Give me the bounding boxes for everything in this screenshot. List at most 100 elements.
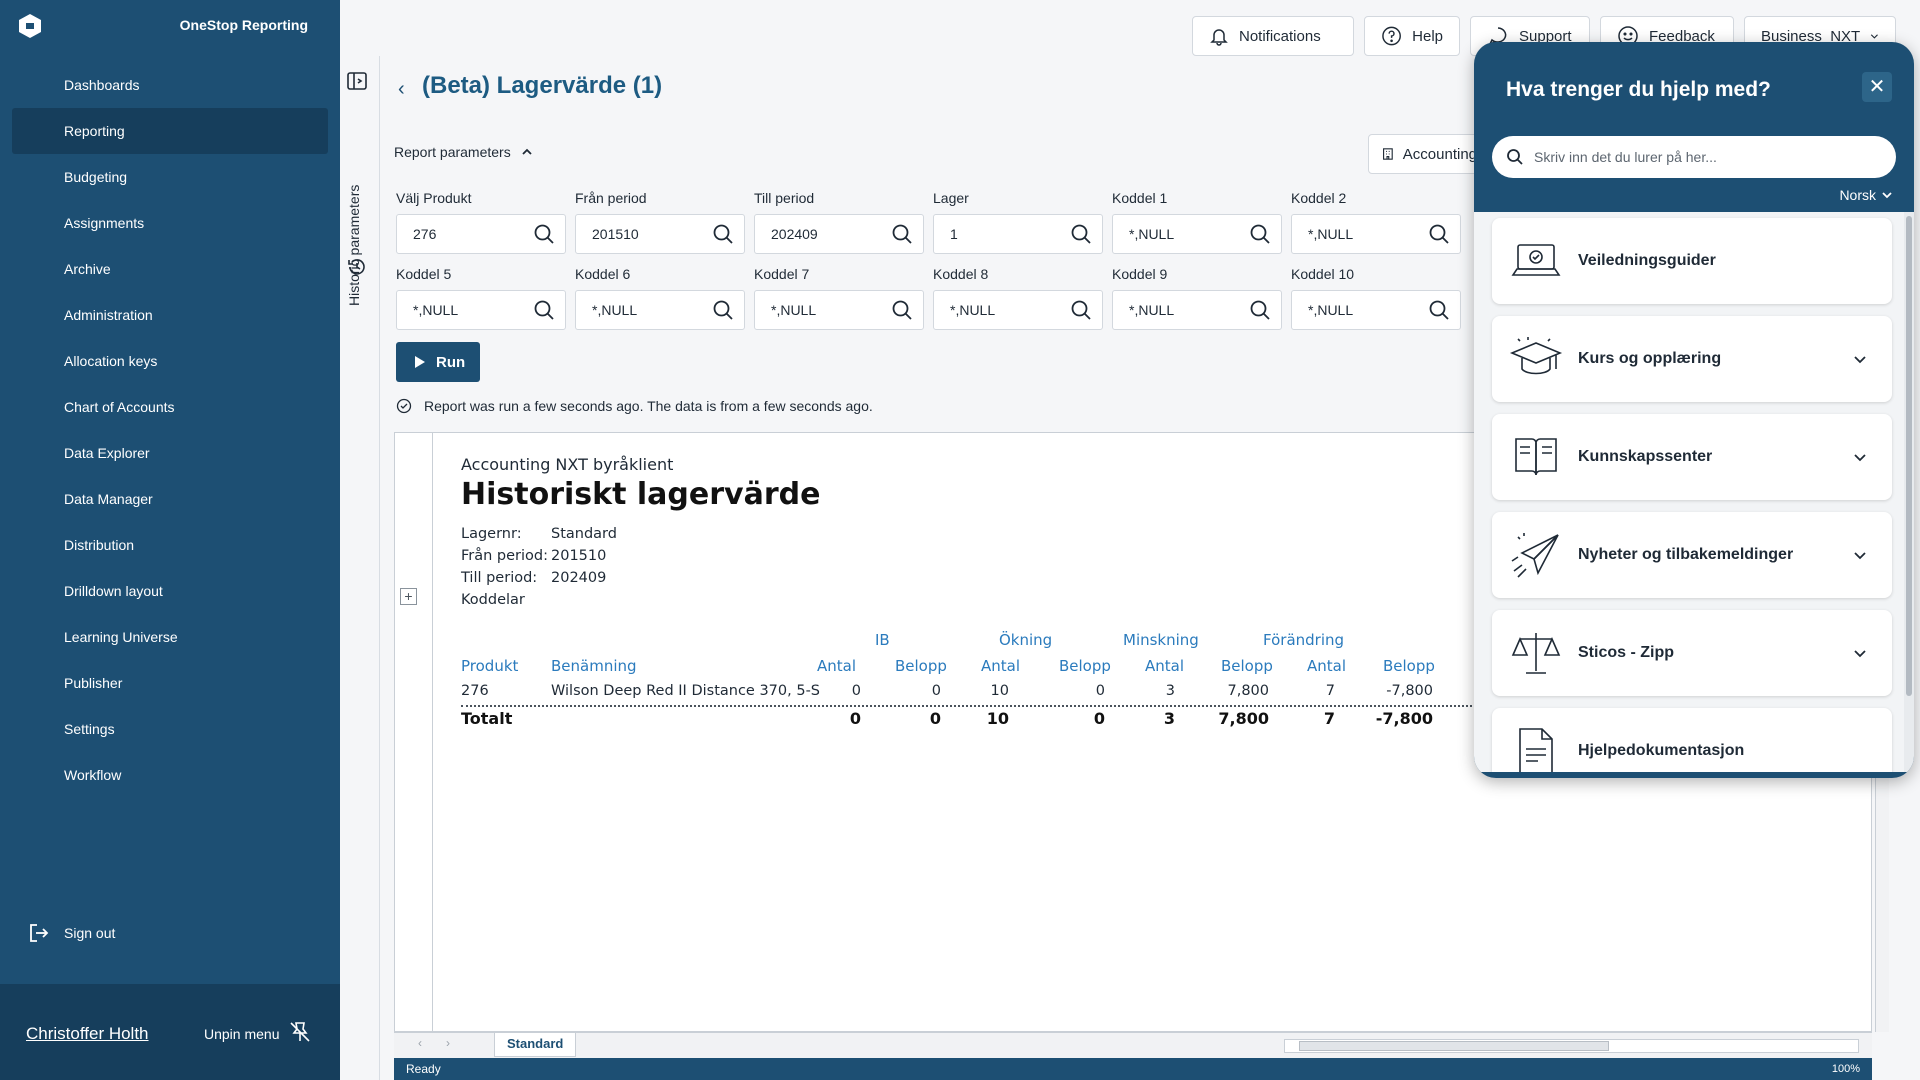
param-input[interactable]: 201510	[575, 214, 745, 254]
tab-next-icon[interactable]: ›	[446, 1036, 450, 1050]
tab-prev-icon[interactable]: ‹	[418, 1036, 422, 1050]
help-panel-title: Hva trenger du hjelp med?	[1506, 78, 1771, 101]
total-value: 0	[849, 709, 861, 728]
sheet-tab-standard[interactable]: Standard	[494, 1033, 577, 1057]
search-icon[interactable]	[1249, 223, 1271, 245]
help-item-kurs-og-opplaering[interactable]: Kurs og opplæring	[1492, 316, 1892, 402]
search-icon[interactable]	[712, 223, 734, 245]
chevron-down-icon	[1871, 34, 1879, 39]
sidebar-item-allocation-keys[interactable]: Allocation keys	[12, 338, 328, 384]
param-input[interactable]: *,NULL	[1112, 214, 1282, 254]
meta-value: 202409	[551, 570, 607, 586]
unpin-icon[interactable]	[288, 1020, 312, 1044]
help-scrollbar[interactable]	[1904, 212, 1914, 772]
scrollbar-thumb[interactable]	[1906, 216, 1912, 696]
close-icon[interactable]: ✕	[1862, 72, 1892, 102]
app-logo-icon[interactable]	[16, 12, 44, 40]
history-icon[interactable]	[346, 256, 368, 278]
param-value: 276	[413, 226, 437, 242]
search-icon[interactable]	[1428, 299, 1450, 321]
total-separator	[461, 705, 1536, 707]
meta-row: Koddelar	[461, 589, 617, 611]
param-input[interactable]: *,NULL	[396, 290, 566, 330]
scrollbar-thumb[interactable]	[1299, 1041, 1609, 1051]
param-input[interactable]: *,NULL	[1291, 290, 1461, 330]
help-search-input[interactable]: Skriv inn det du lurer på her...	[1492, 136, 1896, 178]
search-icon[interactable]	[533, 299, 555, 321]
panel-toggle-icon[interactable]	[346, 70, 368, 92]
run-label: Run	[436, 353, 466, 371]
user-name-link[interactable]: Christoffer Holth	[26, 1024, 149, 1044]
sidebar-item-data-manager[interactable]: Data Manager	[12, 476, 328, 522]
building-icon	[1383, 148, 1393, 160]
param-input[interactable]: *,NULL	[754, 290, 924, 330]
report-horizontal-scrollbar[interactable]	[1284, 1039, 1859, 1053]
accounting-button[interactable]: Accounting	[1368, 134, 1478, 174]
sidebar-nav: Dashboards Reporting Budgeting Assignmen…	[12, 62, 328, 798]
back-chevron-icon[interactable]: ‹	[398, 78, 405, 101]
param-till-period: Till period 202409	[754, 190, 924, 254]
zoom-level[interactable]: 100%	[1832, 1058, 1860, 1080]
help-item-hjelpedokumentasjon[interactable]: Hjelpedokumentasjon	[1492, 708, 1892, 772]
param-value: *,NULL	[1129, 226, 1175, 242]
param-input[interactable]: 1	[933, 214, 1103, 254]
param-input[interactable]: *,NULL	[1112, 290, 1282, 330]
param-valj-produkt: Välj Produkt 276	[396, 190, 566, 254]
historic-parameters-label[interactable]: Historic parameters	[346, 185, 362, 306]
help-item-sticos-zipp[interactable]: Sticos - Zipp	[1492, 610, 1892, 696]
language-selector[interactable]: Norsk	[1839, 187, 1892, 203]
sidebar-item-dashboards[interactable]: Dashboards	[12, 62, 328, 108]
param-label: Koddel 10	[1291, 266, 1355, 282]
sidebar-item-settings[interactable]: Settings	[12, 706, 328, 752]
sidebar-item-data-explorer[interactable]: Data Explorer	[12, 430, 328, 476]
group-header-minskning: Minskning	[1123, 631, 1199, 649]
sign-out-button[interactable]: Sign out	[28, 922, 115, 944]
search-icon[interactable]	[1428, 223, 1450, 245]
search-icon[interactable]	[1070, 299, 1092, 321]
sign-out-label: Sign out	[64, 925, 116, 941]
param-input[interactable]: *,NULL	[933, 290, 1103, 330]
sidebar-item-learning-universe[interactable]: Learning Universe	[12, 614, 328, 660]
expand-plus-icon[interactable]: +	[400, 588, 417, 605]
sidebar-item-assignments[interactable]: Assignments	[12, 200, 328, 246]
sidebar-item-reporting[interactable]: Reporting	[12, 108, 328, 154]
run-button[interactable]: Run	[396, 342, 480, 382]
param-input[interactable]: *,NULL	[575, 290, 745, 330]
graduation-cap-icon	[1509, 337, 1563, 375]
sidebar-item-drilldown-layout[interactable]: Drilldown layout	[12, 568, 328, 614]
help-button[interactable]: Help	[1364, 16, 1460, 56]
help-item-veiledningsguider[interactable]: Veiledningsguider	[1492, 218, 1892, 304]
column-header-produkt: Produkt	[461, 657, 519, 675]
sidebar-item-archive[interactable]: Archive	[12, 246, 328, 292]
scales-icon	[1511, 633, 1561, 674]
sidebar-item-budgeting[interactable]: Budgeting	[12, 154, 328, 200]
param-input[interactable]: 202409	[754, 214, 924, 254]
sidebar-item-administration[interactable]: Administration	[12, 292, 328, 338]
search-icon[interactable]	[712, 299, 734, 321]
column-header-belopp: Belopp	[895, 657, 947, 675]
cell-value: 3	[1165, 683, 1175, 699]
sidebar-item-chart-of-accounts[interactable]: Chart of Accounts	[12, 384, 328, 430]
report-parameters-toggle[interactable]: Report parameters	[394, 144, 533, 160]
cell-produkt: 276	[461, 683, 489, 699]
search-icon[interactable]	[1249, 299, 1271, 321]
search-icon[interactable]	[891, 223, 913, 245]
notifications-button[interactable]: Notifications	[1192, 16, 1354, 56]
search-icon[interactable]	[891, 299, 913, 321]
sidebar-item-workflow[interactable]: Workflow	[12, 752, 328, 798]
book-icon	[1515, 438, 1557, 476]
param-input[interactable]: *,NULL	[1291, 214, 1461, 254]
search-icon[interactable]	[533, 223, 555, 245]
param-label: Till period	[754, 190, 815, 206]
meta-row: Till period: 202409	[461, 567, 617, 589]
meta-value: 201510	[551, 548, 607, 564]
sidebar-item-publisher[interactable]: Publisher	[12, 660, 328, 706]
help-item-nyheter-og-tilbakemeldinger[interactable]: Nyheter og tilbakemeldinger	[1492, 512, 1892, 598]
param-koddel-6: Koddel 6 *,NULL	[575, 266, 745, 330]
notifications-label: Notifications	[1239, 27, 1321, 45]
unpin-menu-label[interactable]: Unpin menu	[204, 1026, 280, 1042]
param-input[interactable]: 276	[396, 214, 566, 254]
sidebar-item-distribution[interactable]: Distribution	[12, 522, 328, 568]
help-item-kunnskapssenter[interactable]: Kunnskapssenter	[1492, 414, 1892, 500]
search-icon[interactable]	[1070, 223, 1092, 245]
